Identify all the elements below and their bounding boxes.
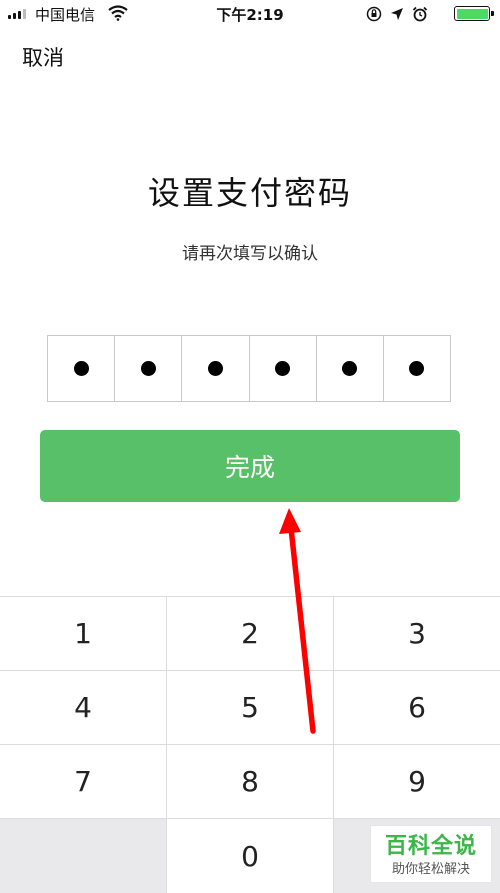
pin-dot xyxy=(275,361,291,376)
key-0[interactable]: 0 xyxy=(167,819,334,893)
pin-cell xyxy=(182,336,250,401)
pin-cell xyxy=(317,336,384,401)
pin-cell xyxy=(48,336,116,401)
pin-input[interactable] xyxy=(47,335,451,402)
key-9[interactable]: 9 xyxy=(334,745,500,818)
pin-cell xyxy=(115,336,183,401)
pin-dot xyxy=(140,361,156,376)
watermark-logo: 百科全说 助你轻松解决 xyxy=(370,825,492,883)
key-4[interactable]: 4 xyxy=(0,671,167,744)
cancel-button[interactable]: 取消 xyxy=(22,42,64,72)
pin-cell xyxy=(384,336,450,401)
key-5[interactable]: 5 xyxy=(167,671,334,744)
pin-dot xyxy=(73,361,89,376)
key-6[interactable]: 6 xyxy=(334,671,500,744)
watermark-subtitle: 助你轻松解决 xyxy=(391,862,470,877)
pin-dot xyxy=(409,361,425,376)
pin-dot xyxy=(342,361,358,376)
pin-cell xyxy=(250,336,317,401)
battery-icon xyxy=(454,6,494,21)
done-button[interactable]: 完成 xyxy=(40,430,460,502)
alarm-icon xyxy=(412,6,428,22)
watermark-title: 百科全说 xyxy=(384,834,477,859)
status-bar: 中国电信 下午2:19 xyxy=(0,0,500,28)
page-subtitle: 请再次填写以确认 xyxy=(182,244,318,264)
page-title: 设置支付密码 xyxy=(147,174,352,212)
orientation-lock-icon xyxy=(366,6,382,22)
key-8[interactable]: 8 xyxy=(167,745,334,818)
key-2[interactable]: 2 xyxy=(167,597,334,670)
key-7[interactable]: 7 xyxy=(0,745,167,818)
key-3[interactable]: 3 xyxy=(334,597,500,670)
key-1[interactable]: 1 xyxy=(0,597,167,670)
key-blank xyxy=(0,819,167,893)
pin-dot xyxy=(207,361,223,376)
location-icon xyxy=(391,8,403,20)
